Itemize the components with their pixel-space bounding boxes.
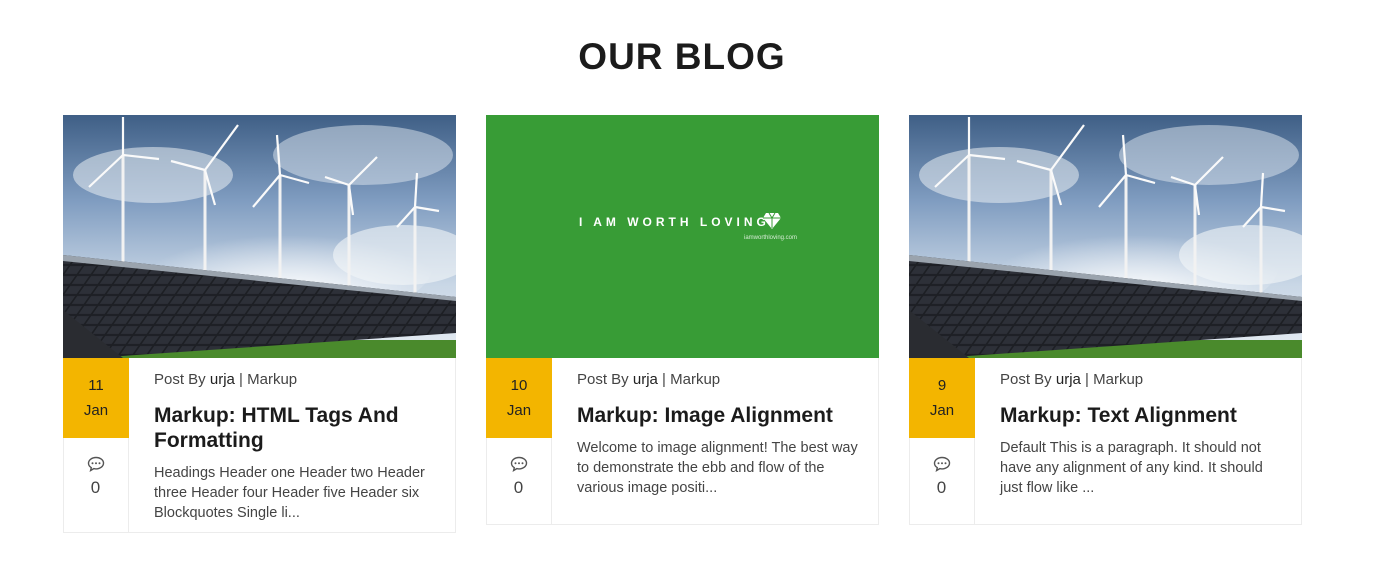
- blog-card: 9 Jan 0 Post By urja | Markup Markup: Te…: [909, 115, 1302, 525]
- wind-solar-image: [63, 115, 456, 358]
- post-byline: Post By urja | Markup: [1000, 371, 1289, 389]
- post-title[interactable]: Markup: HTML Tags And Formatting: [154, 403, 443, 453]
- date-badge: 10 Jan: [486, 358, 552, 438]
- post-excerpt: Default This is a paragraph. It should n…: [1000, 440, 1263, 496]
- category-link[interactable]: Markup: [670, 371, 720, 388]
- wind-solar-image: [909, 115, 1302, 358]
- speech-bubble-icon: [87, 456, 104, 472]
- post-body: Post By urja | Markup Markup: Text Align…: [1000, 371, 1289, 498]
- date-day: 9: [937, 377, 947, 394]
- post-meta-column: 11 Jan 0: [63, 358, 129, 532]
- post-excerpt: Welcome to image alignment! The best way…: [577, 440, 858, 496]
- category-link[interactable]: Markup: [247, 371, 297, 388]
- date-day: 10: [510, 377, 528, 394]
- byline-separator: |: [234, 371, 248, 388]
- post-thumbnail[interactable]: [909, 115, 1302, 358]
- post-meta-column: 10 Jan 0: [486, 358, 552, 524]
- date-month: Jan: [929, 402, 955, 419]
- byline-prefix: Post By: [154, 371, 210, 388]
- green-banner-image: I AM WORTH LOVING iamworthloving.com: [486, 115, 879, 358]
- comments[interactable]: 0: [486, 438, 551, 498]
- byline-prefix: Post By: [577, 371, 633, 388]
- post-thumbnail[interactable]: I AM WORTH LOVING iamworthloving.com: [486, 115, 879, 358]
- blog-card: 11 Jan 0 Post By urja | Markup Markup: H…: [63, 115, 456, 533]
- author-link[interactable]: urja: [633, 371, 658, 388]
- blog-card: I AM WORTH LOVING iamworthloving.com 10 …: [486, 115, 879, 525]
- speech-bubble-icon: [510, 456, 527, 472]
- date-badge: 11 Jan: [63, 358, 129, 438]
- diamond-icon: [763, 212, 781, 229]
- author-link[interactable]: urja: [210, 371, 235, 388]
- comments[interactable]: 0: [63, 438, 128, 498]
- byline-separator: |: [1080, 371, 1094, 388]
- post-title[interactable]: Markup: Text Alignment: [1000, 403, 1289, 428]
- post-meta-column: 9 Jan 0: [909, 358, 975, 524]
- comments[interactable]: 0: [909, 438, 974, 498]
- date-day: 11: [88, 377, 104, 394]
- post-excerpt: Headings Header one Header two Header th…: [154, 465, 425, 521]
- banner-text: I AM WORTH LOVING: [579, 215, 770, 229]
- post-byline: Post By urja | Markup: [577, 371, 866, 389]
- date-month: Jan: [83, 402, 109, 419]
- banner-subtext: iamworthloving.com: [744, 235, 798, 241]
- post-thumbnail[interactable]: [63, 115, 456, 358]
- category-link[interactable]: Markup: [1093, 371, 1143, 388]
- comment-count: 0: [90, 478, 101, 497]
- date-month: Jan: [506, 402, 532, 419]
- comment-count: 0: [936, 478, 947, 497]
- post-title[interactable]: Markup: Image Alignment: [577, 403, 866, 428]
- byline-separator: |: [657, 371, 671, 388]
- byline-prefix: Post By: [1000, 371, 1056, 388]
- post-body: Post By urja | Markup Markup: Image Alig…: [577, 371, 866, 498]
- speech-bubble-icon: [933, 456, 950, 472]
- post-byline: Post By urja | Markup: [154, 371, 443, 389]
- post-body: Post By urja | Markup Markup: HTML Tags …: [154, 371, 443, 523]
- author-link[interactable]: urja: [1056, 371, 1081, 388]
- section-title: OUR BLOG: [578, 36, 786, 77]
- date-badge: 9 Jan: [909, 358, 975, 438]
- comment-count: 0: [513, 478, 524, 497]
